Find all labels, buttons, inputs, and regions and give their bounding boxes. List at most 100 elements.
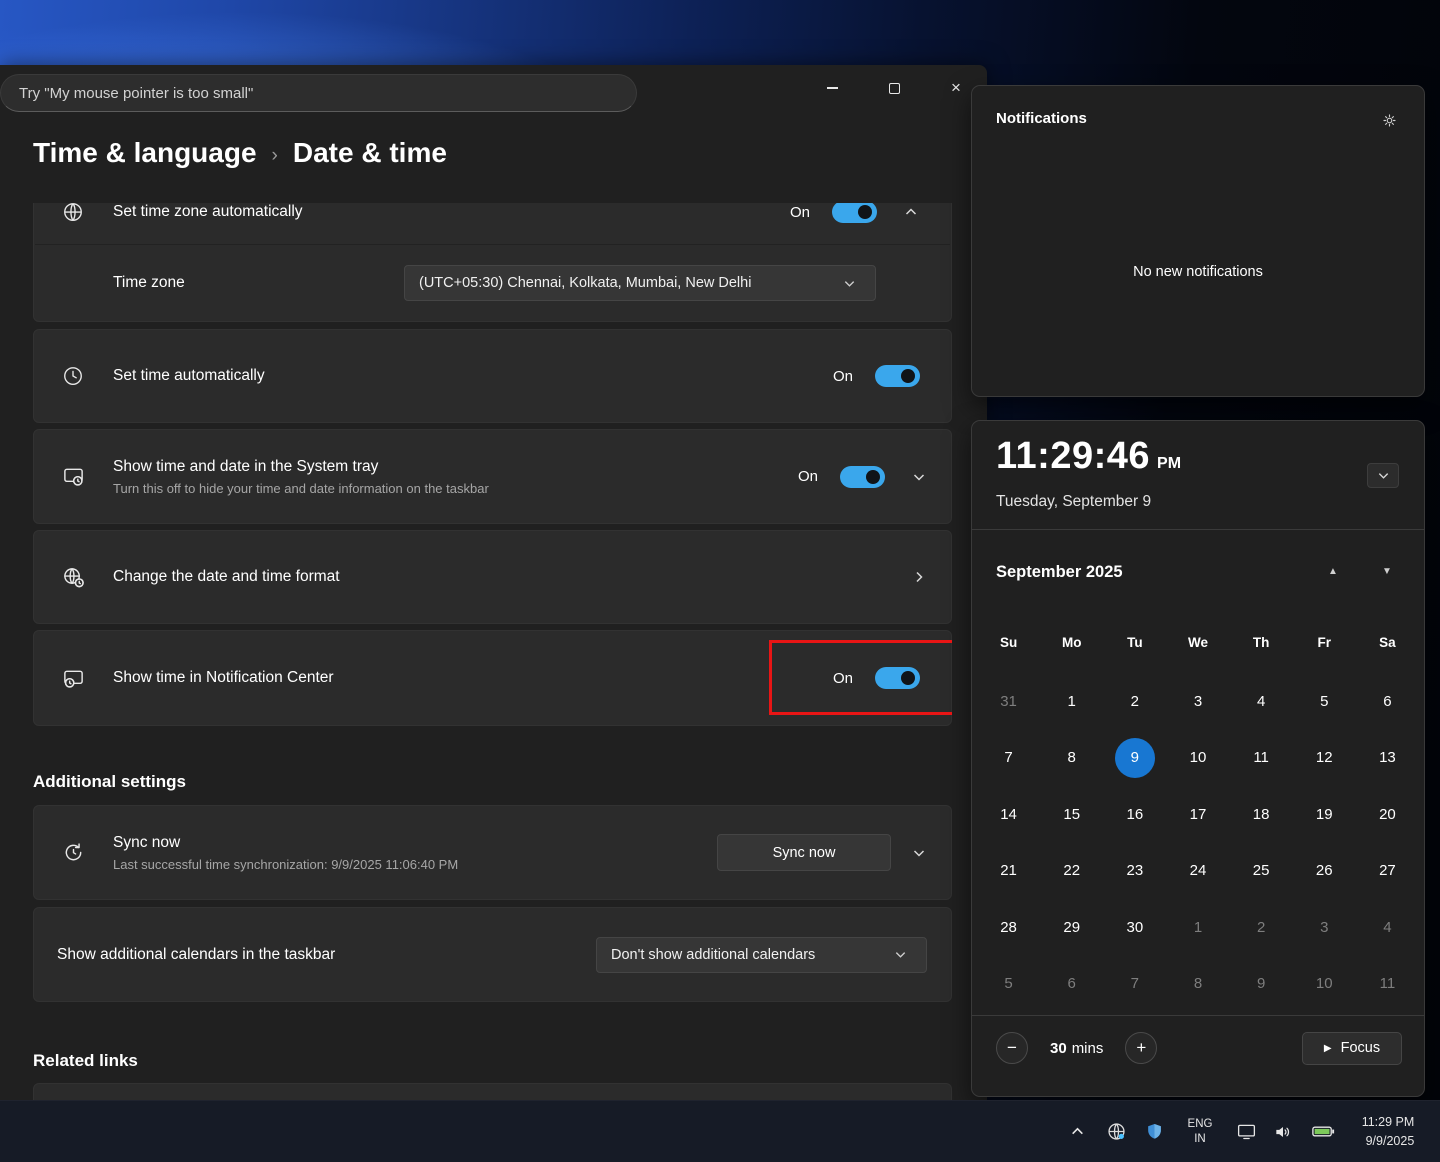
- speaker-icon[interactable]: [1270, 1122, 1296, 1142]
- sync-now-button[interactable]: Sync now: [717, 834, 891, 871]
- calendar-date-cell[interactable]: 9: [1230, 956, 1293, 1013]
- calendar-date-cell[interactable]: 11: [1356, 956, 1419, 1013]
- calendar-date-cell[interactable]: 30: [1103, 899, 1166, 956]
- calendar-date-cell[interactable]: 29: [1040, 899, 1103, 956]
- calendar-date-cell[interactable]: 23: [1103, 843, 1166, 900]
- flyout-date: Tuesday, September 9: [996, 493, 1151, 511]
- additional-calendars-value: Don't show additional calendars: [611, 947, 815, 963]
- calendar-date-cell[interactable]: 1: [1040, 673, 1103, 730]
- language-indicator[interactable]: ENG IN: [1178, 1117, 1222, 1147]
- close-icon: ×: [951, 78, 961, 98]
- setting-label: Set time automatically: [113, 367, 265, 385]
- setting-card-time-auto: Set time automatically On: [33, 329, 952, 423]
- play-icon: ▶: [1324, 1043, 1332, 1054]
- calendar-prev-month-icon[interactable]: ▲: [1306, 555, 1360, 587]
- related-links-card-partial[interactable]: [33, 1083, 952, 1100]
- calendar-date-cell[interactable]: 9: [1103, 730, 1166, 787]
- calendar-date-cell[interactable]: 8: [1040, 730, 1103, 787]
- timezone-auto-toggle[interactable]: [832, 203, 877, 223]
- calendar-date-cell[interactable]: 7: [1103, 956, 1166, 1013]
- notification-settings-icon[interactable]: [1381, 112, 1398, 129]
- breadcrumb-time-language[interactable]: Time & language: [33, 137, 257, 169]
- calendar-date-cell[interactable]: 16: [1103, 786, 1166, 843]
- tray-chevron-up-icon[interactable]: [1062, 1124, 1092, 1139]
- panel-divider: [972, 529, 1424, 530]
- calendar-date-cell[interactable]: 27: [1356, 843, 1419, 900]
- taskbar-time: 11:29 PM: [1362, 1115, 1415, 1129]
- security-shield-icon[interactable]: [1140, 1122, 1168, 1141]
- setting-card-date-format[interactable]: Change the date and time format: [33, 530, 952, 624]
- calendar-date-cell[interactable]: 18: [1230, 786, 1293, 843]
- clock-calendar-panel: 11:29:46 PM Tuesday, September 9 Septemb…: [971, 420, 1425, 1097]
- minimize-button[interactable]: [801, 65, 863, 111]
- search-input[interactable]: Try "My mouse pointer is too small": [0, 74, 637, 112]
- calendar-date-cell[interactable]: 24: [1166, 843, 1229, 900]
- calendar-date-cell[interactable]: 17: [1166, 786, 1229, 843]
- calendar-date-cell[interactable]: 13: [1356, 730, 1419, 787]
- language-line1: ENG: [1188, 1118, 1213, 1130]
- calendar-date-cell[interactable]: 4: [1356, 899, 1419, 956]
- flyout-clock: 11:29:46 PM: [996, 435, 1181, 478]
- additional-calendars-dropdown[interactable]: Don't show additional calendars: [596, 937, 927, 973]
- calendar-date-cell[interactable]: 28: [977, 899, 1040, 956]
- calendar-date-cell[interactable]: 10: [1166, 730, 1229, 787]
- calendar-date-cell[interactable]: 31: [977, 673, 1040, 730]
- calendar-date-cell[interactable]: 8: [1166, 956, 1229, 1013]
- calendar-date-cell[interactable]: 22: [1040, 843, 1103, 900]
- setting-label: Show additional calendars in the taskbar: [57, 946, 335, 964]
- calendar-collapse-button[interactable]: [1367, 463, 1399, 488]
- calendar-date-cell[interactable]: 3: [1166, 673, 1229, 730]
- calendar-date-cell[interactable]: 15: [1040, 786, 1103, 843]
- focus-duration-unit: mins: [1072, 1040, 1104, 1057]
- battery-icon[interactable]: [1306, 1118, 1340, 1145]
- setting-description: Turn this off to hide your time and date…: [113, 481, 489, 496]
- maximize-icon: [889, 83, 900, 94]
- chevron-down-icon[interactable]: [907, 846, 931, 860]
- tray-network-icon[interactable]: [1102, 1121, 1130, 1142]
- tray-time-toggle[interactable]: [840, 466, 885, 488]
- calendar-month-title: September 2025: [996, 563, 1123, 582]
- calendar-date-cell[interactable]: 14: [977, 786, 1040, 843]
- calendar-date-cell[interactable]: 20: [1356, 786, 1419, 843]
- maximize-button[interactable]: [863, 65, 925, 111]
- setting-row-tray-time: Show time and date in the System tray Tu…: [34, 430, 951, 523]
- taskbar-clock[interactable]: 11:29 PM 9/9/2025: [1350, 1113, 1426, 1151]
- calendar-date-cell[interactable]: 3: [1293, 899, 1356, 956]
- notifications-empty-message: No new notifications: [972, 264, 1424, 280]
- window-controls: ×: [801, 65, 987, 111]
- setting-card-tray-time: Show time and date in the System tray Tu…: [33, 429, 952, 524]
- calendar-date-cell[interactable]: 1: [1166, 899, 1229, 956]
- notification-clock-toggle[interactable]: [875, 667, 920, 689]
- calendar-date-cell[interactable]: 2: [1230, 899, 1293, 956]
- toggle-state-label: On: [833, 670, 853, 687]
- calendar-next-month-icon[interactable]: ▼: [1360, 555, 1414, 587]
- chevron-up-icon[interactable]: [899, 205, 923, 219]
- focus-increase-button[interactable]: +: [1125, 1032, 1157, 1064]
- calendar-date-cell[interactable]: 12: [1293, 730, 1356, 787]
- calendar-date-cell[interactable]: 11: [1230, 730, 1293, 787]
- calendar-date-cell[interactable]: 26: [1293, 843, 1356, 900]
- calendar-date-cell[interactable]: 6: [1356, 673, 1419, 730]
- calendar-date-cell[interactable]: 2: [1103, 673, 1166, 730]
- calendar-date-cell[interactable]: 5: [977, 956, 1040, 1013]
- calendar-date-cell[interactable]: 10: [1293, 956, 1356, 1013]
- plus-icon: +: [1136, 1038, 1146, 1058]
- time-auto-toggle[interactable]: [875, 365, 920, 387]
- chevron-down-icon[interactable]: [907, 470, 931, 484]
- calendar-date-cell[interactable]: 21: [977, 843, 1040, 900]
- focus-button[interactable]: ▶ Focus: [1302, 1032, 1402, 1065]
- chevron-down-icon: [837, 277, 861, 290]
- setting-row-timezone-auto: Set time zone automatically On: [34, 203, 951, 244]
- chevron-right-icon: [907, 570, 931, 584]
- calendar-date-cell[interactable]: 19: [1293, 786, 1356, 843]
- calendar-date-cell[interactable]: 6: [1040, 956, 1103, 1013]
- calendar-date-cell[interactable]: 5: [1293, 673, 1356, 730]
- focus-decrease-button[interactable]: −: [996, 1032, 1028, 1064]
- settings-window: Try "My mouse pointer is too small" × Ti…: [0, 65, 987, 1100]
- calendar-date-cell[interactable]: 25: [1230, 843, 1293, 900]
- timezone-dropdown[interactable]: (UTC+05:30) Chennai, Kolkata, Mumbai, Ne…: [404, 265, 876, 301]
- calendar-date-cell[interactable]: 7: [977, 730, 1040, 787]
- calendar-date-cell[interactable]: 4: [1230, 673, 1293, 730]
- calendar-day-header: Sa: [1356, 629, 1419, 655]
- display-icon[interactable]: [1232, 1121, 1260, 1142]
